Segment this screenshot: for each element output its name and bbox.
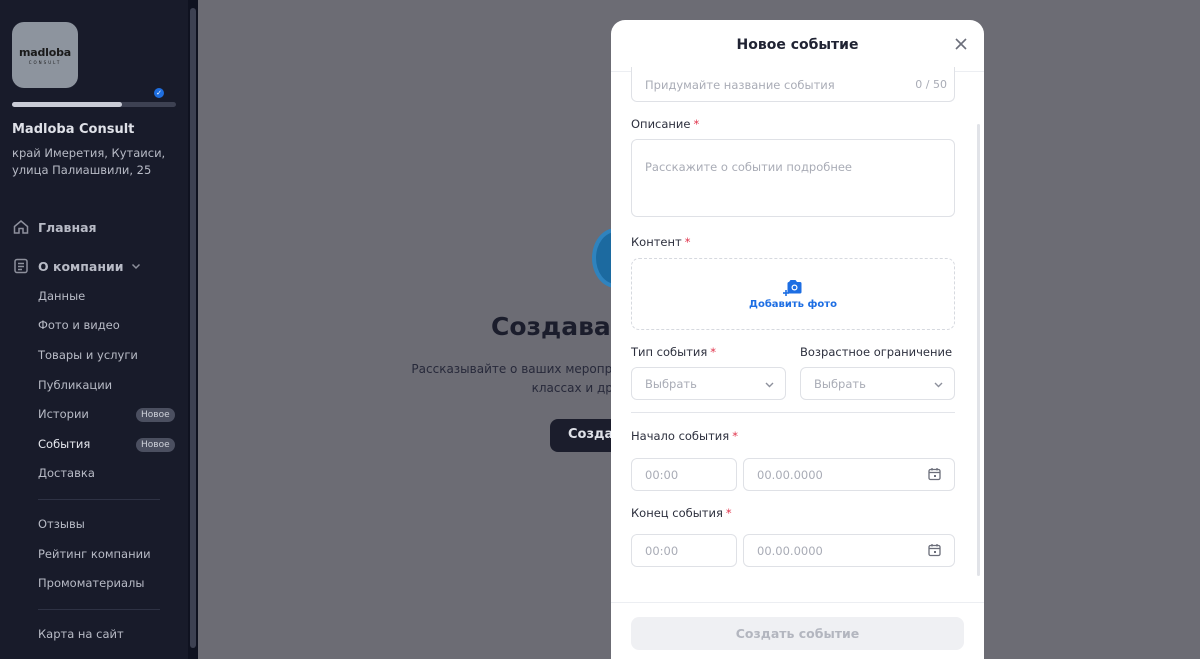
start-time-input[interactable]: 00:00: [631, 458, 737, 491]
event-name-counter: 0 / 50: [915, 78, 947, 91]
end-label-text: Конец события: [631, 506, 723, 520]
logo-text: madloba: [19, 45, 71, 59]
required-mark: *: [725, 506, 732, 520]
nav-divider: [38, 609, 160, 610]
calendar-icon[interactable]: [928, 543, 941, 557]
nav-about-label: О компании: [38, 258, 124, 274]
calendar-icon[interactable]: [928, 467, 941, 481]
end-date-input[interactable]: 00.00.0000: [743, 534, 955, 567]
add-photo-dropzone[interactable]: Добавить фото: [631, 258, 955, 330]
description-label-text: Описание: [631, 117, 691, 131]
empty-state-line-1: Рассказывайте о ваших меропри: [411, 362, 620, 376]
chevron-down-icon: [765, 382, 774, 388]
start-time-placeholder: 00:00: [645, 468, 679, 482]
new-event-modal: Новое событие Придумайте название событи…: [611, 20, 984, 659]
home-icon: [12, 218, 30, 236]
age-restriction-label: Возрастное ограничение: [800, 345, 953, 359]
logo-subtext: CONSULT: [28, 59, 62, 65]
age-restriction-value: Выбрать: [814, 377, 866, 391]
create-event-button[interactable]: Создать событие: [631, 617, 964, 650]
profile-progress-bar: [12, 102, 176, 107]
company-logo[interactable]: madloba CONSULT: [12, 22, 78, 88]
camera-plus-icon: [783, 279, 802, 296]
sidebar: madloba CONSULT ✓ Madloba Consult край И…: [0, 0, 198, 659]
event-name-input[interactable]: Придумайте название события 0 / 50: [631, 67, 955, 102]
nav-home[interactable]: Главная: [12, 218, 97, 236]
nav-photo-video[interactable]: Фото и видео: [38, 318, 120, 332]
nav-home-label: Главная: [38, 219, 97, 235]
content-label: Контент *: [631, 235, 690, 249]
nav-divider: [38, 499, 160, 500]
modal-title: Новое событие: [736, 37, 859, 53]
nav-rating[interactable]: Рейтинг компании: [38, 547, 151, 561]
end-label: Конец события *: [631, 506, 732, 520]
event-name-placeholder: Придумайте название события: [645, 78, 835, 92]
modal-header: Новое событие: [611, 20, 984, 72]
start-label: Начало события *: [631, 429, 738, 443]
profile-progress-fill: [12, 102, 122, 107]
end-time-placeholder: 00:00: [645, 544, 679, 558]
nav-publications[interactable]: Публикации: [38, 378, 112, 392]
check-badge-icon: ✓: [154, 88, 164, 98]
required-mark: *: [732, 429, 738, 443]
close-icon: [955, 38, 967, 50]
modal-footer: Создать событие: [611, 602, 984, 659]
chevron-down-icon: [130, 260, 142, 272]
nav-site-map[interactable]: Карта на сайт: [38, 627, 124, 641]
sidebar-scrollbar-thumb[interactable]: [190, 8, 196, 648]
create-event-cta-button[interactable]: Создат: [550, 419, 620, 452]
nav-promo[interactable]: Промоматериалы: [38, 576, 144, 590]
empty-state-heading: Создавай: [491, 312, 629, 341]
start-label-text: Начало события: [631, 429, 730, 443]
event-type-label-text: Тип события: [631, 345, 708, 359]
document-icon: [12, 257, 30, 275]
nav-events[interactable]: События: [38, 437, 90, 451]
section-divider: [631, 412, 955, 413]
nav-reviews[interactable]: Отзывы: [38, 517, 85, 531]
empty-state-line-2: классах и дру: [531, 381, 620, 395]
company-name: Madloba Consult: [12, 122, 135, 137]
add-photo-label: Добавить фото: [749, 298, 837, 310]
modal-scrollbar[interactable]: [977, 124, 980, 576]
nav-goods-services[interactable]: Товары и услуги: [38, 348, 138, 362]
start-date-input[interactable]: 00.00.0000: [743, 458, 955, 491]
end-date-placeholder: 00.00.0000: [757, 544, 823, 558]
event-type-value: Выбрать: [645, 377, 697, 391]
start-date-placeholder: 00.00.0000: [757, 468, 823, 482]
nav-about[interactable]: О компании: [12, 257, 142, 275]
required-mark: *: [710, 345, 717, 359]
event-type-label: Тип события *: [631, 345, 716, 359]
nav-delivery[interactable]: Доставка: [38, 466, 95, 480]
sidebar-scrollbar[interactable]: [188, 0, 198, 659]
events-new-badge: Новое: [136, 438, 175, 452]
company-address: край Имеретия, Кутаиси, улица Палиашвили…: [12, 146, 166, 177]
description-textarea[interactable]: Расскажите о событии подробнее: [631, 139, 955, 217]
stories-new-badge: Новое: [136, 408, 175, 422]
nav-stories[interactable]: Истории: [38, 407, 89, 421]
end-time-input[interactable]: 00:00: [631, 534, 737, 567]
empty-state-description: Рассказывайте о ваших меропри классах и …: [410, 360, 620, 398]
content-label-text: Контент: [631, 235, 682, 249]
description-label: Описание *: [631, 117, 699, 131]
required-mark: *: [684, 235, 691, 249]
age-restriction-select[interactable]: Выбрать: [800, 367, 955, 400]
close-button[interactable]: [951, 34, 971, 54]
nav-data[interactable]: Данные: [38, 289, 85, 303]
required-mark: *: [693, 117, 700, 131]
event-type-select[interactable]: Выбрать: [631, 367, 786, 400]
chevron-down-icon: [934, 382, 943, 388]
description-placeholder: Расскажите о событии подробнее: [645, 160, 853, 174]
